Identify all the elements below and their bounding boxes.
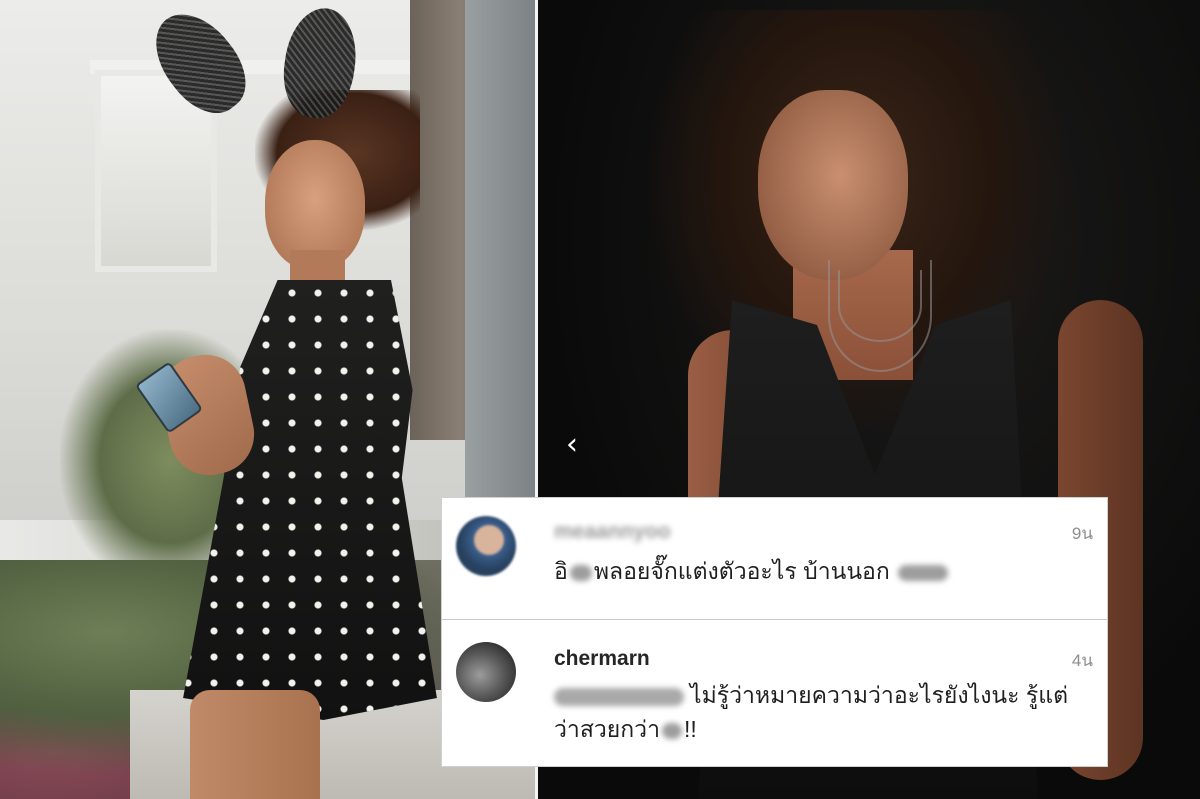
comment-text-part: อิ [554,558,568,584]
comment-text-part: พลอยจั๊กแต่งตัวอะไร บ้านนอก [593,558,890,584]
avatar[interactable] [456,642,516,702]
avatar[interactable] [456,516,516,576]
comment-text: อิ พลอยจั๊กแต่งตัวอะไร บ้านนอก [554,554,1083,588]
comment-text: ไม่รู้ว่าหมายความว่าอะไรยังไงนะ รู้แต่ว่… [554,678,1083,746]
building-pillar [465,0,535,520]
comment-timestamp: 4น [1071,651,1093,670]
woman-face [758,90,908,280]
comment-timestamp: 9น [1071,524,1093,543]
comment-item: meaannyoo 9น อิ พลอยจั๊กแต่งตัวอะไร บ้านน… [442,498,1107,619]
comment-list: meaannyoo 9น อิ พลอยจั๊กแต่งตัวอะไร บ้านน… [441,497,1108,767]
chevron-left-icon[interactable]: ‹ [560,428,584,462]
comment-username[interactable]: meaannyoo [554,520,671,544]
censored-word [569,564,592,581]
censored-word [662,722,683,739]
comment-item: chermarn 4น ไม่รู้ว่าหมายความว่าอะไรยังไ… [442,619,1107,769]
woman-legs [190,690,320,799]
censored-word [898,564,949,581]
comment-username[interactable]: chermarn [554,647,650,671]
layered-necklace-inner [838,270,922,342]
comment-text-part: !! [684,716,697,742]
censored-mention[interactable] [554,687,684,706]
